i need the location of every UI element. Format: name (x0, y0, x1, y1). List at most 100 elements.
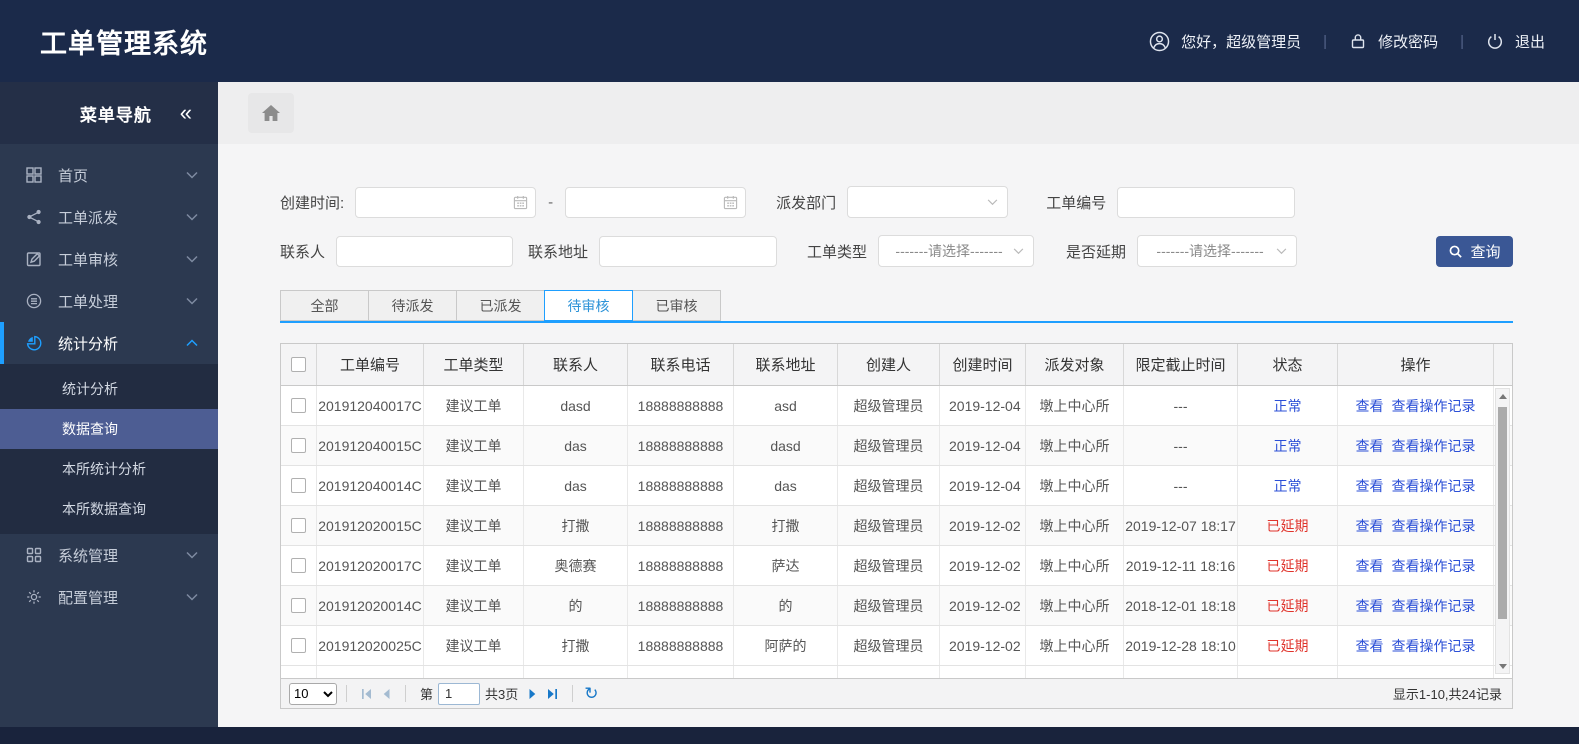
sidebar-item-config[interactable]: 配置管理 (0, 576, 218, 618)
row-checkbox[interactable] (291, 598, 306, 613)
triangle-down-icon (1498, 663, 1507, 669)
cell-creator: 超级管理员 (838, 586, 940, 625)
row-checkbox[interactable] (291, 558, 306, 573)
action-link[interactable]: 查看 (1356, 396, 1384, 416)
is-delayed-select[interactable]: -------请选择------- (1137, 235, 1298, 267)
row-checkbox[interactable] (291, 478, 306, 493)
action-link[interactable]: 查看 (1356, 436, 1384, 456)
logout-button[interactable]: 退出 (1486, 31, 1545, 52)
cell (628, 666, 734, 678)
action-link[interactable]: 查看操作记录 (1392, 396, 1476, 416)
filter-row-1: 创建时间: - 派发部门 工单编号 (280, 186, 1513, 218)
action-link[interactable]: 查看 (1356, 596, 1384, 616)
sidebar-subitem-branch-data-query[interactable]: 本所数据查询 (0, 489, 218, 529)
row-checkbox[interactable] (291, 518, 306, 533)
cell-order-type: 建议工单 (424, 466, 524, 505)
search-button[interactable]: 查询 (1436, 235, 1513, 267)
cell (1238, 666, 1338, 678)
next-page-button[interactable] (523, 684, 543, 704)
change-password-button[interactable]: 修改密码 (1349, 31, 1438, 52)
tab-pending-review[interactable]: 待审核 (544, 290, 633, 321)
select-all-checkbox[interactable] (291, 357, 306, 372)
first-page-button[interactable] (356, 684, 376, 704)
chevron-down-icon (186, 255, 198, 263)
contact-input[interactable] (336, 235, 514, 267)
sidebar-item-dispatch[interactable]: 工单派发 (0, 196, 218, 238)
breadcrumb (218, 82, 1579, 144)
cell-order-type: 建议工单 (424, 546, 524, 585)
change-password-label: 修改密码 (1378, 33, 1439, 51)
last-page-button[interactable] (543, 684, 563, 704)
sidebar-item-statistics[interactable]: 统计分析 (0, 322, 218, 364)
sidebar-item-process[interactable]: 工单处理 (0, 280, 218, 322)
action-link[interactable]: 查看操作记录 (1392, 436, 1476, 456)
row-checkbox[interactable] (291, 438, 306, 453)
create-time-start-input[interactable] (355, 186, 537, 218)
refresh-icon[interactable]: ↻ (584, 685, 598, 702)
cell-creator: 超级管理员 (838, 506, 940, 545)
row-select-cell (281, 586, 317, 625)
cell (1124, 666, 1238, 678)
sidebar-item-label: 系统管理 (58, 547, 119, 565)
prev-page-button[interactable] (376, 684, 396, 704)
action-link[interactable]: 查看 (1356, 476, 1384, 496)
action-link[interactable]: 查看操作记录 (1392, 516, 1476, 536)
chevron-down-icon (186, 297, 198, 305)
scroll-up-arrow[interactable] (1496, 389, 1509, 403)
cell (424, 666, 524, 678)
cell-address: dasd (734, 426, 838, 465)
tab-dispatched[interactable]: 已派发 (456, 290, 545, 321)
tab-all[interactable]: 全部 (280, 290, 369, 321)
tab-pending-dispatch[interactable]: 待派发 (368, 290, 457, 321)
table-row-partial (281, 666, 1512, 678)
sidebar-item-label: 统计分析 (58, 335, 119, 353)
cell (838, 666, 940, 678)
action-link[interactable]: 查看 (1356, 636, 1384, 656)
scroll-down-arrow[interactable] (1496, 659, 1509, 673)
cell-created: 2019-12-02 17 (940, 546, 1026, 585)
page-size-select[interactable]: 10 (289, 682, 337, 705)
home-button[interactable] (248, 93, 294, 133)
sidebar-collapse-icon[interactable]: « (180, 102, 192, 124)
grid-icon (24, 167, 43, 183)
cell-deadline: 2019-12-07 18:17 (1124, 506, 1238, 545)
sidebar-item-system[interactable]: 系统管理 (0, 534, 218, 576)
action-link[interactable]: 查看操作记录 (1392, 596, 1476, 616)
row-checkbox[interactable] (291, 638, 306, 653)
action-link[interactable]: 查看 (1356, 516, 1384, 536)
cell-order-no: 201912040014C (317, 466, 424, 505)
sidebar-subitem-statistics[interactable]: 统计分析 (0, 369, 218, 409)
sidebar-item-home[interactable]: 首页 (0, 154, 218, 196)
sidebar-item-review[interactable]: 工单审核 (0, 238, 218, 280)
tab-reviewed[interactable]: 已审核 (632, 290, 721, 321)
action-link[interactable]: 查看 (1356, 556, 1384, 576)
order-type-value: -------请选择------- (895, 243, 1003, 259)
dispatch-dept-select[interactable] (847, 186, 1009, 218)
range-separator: - (548, 193, 554, 211)
cell-target: 墩上中心所 (1026, 506, 1124, 545)
page-number-input[interactable] (438, 682, 481, 705)
app-title: 工单管理系统 (40, 28, 208, 59)
sidebar-subitem-branch-statistics[interactable]: 本所统计分析 (0, 449, 218, 489)
cell-status: 正常 (1238, 386, 1338, 425)
cell-deadline: --- (1124, 426, 1238, 465)
action-link[interactable]: 查看操作记录 (1392, 556, 1476, 576)
order-type-select[interactable]: -------请选择------- (878, 235, 1035, 267)
divider (405, 685, 406, 702)
action-link[interactable]: 查看操作记录 (1392, 476, 1476, 496)
order-no-input[interactable] (1117, 186, 1296, 218)
cell-target: 墩上中心所 (1026, 386, 1124, 425)
row-checkbox[interactable] (291, 398, 306, 413)
cell-created: 2019-12-02 16 (940, 506, 1026, 545)
scroll-thumb[interactable] (1498, 407, 1507, 619)
cell-created: 2019-12-02 16 (940, 586, 1026, 625)
sidebar-subitem-data-query[interactable]: 数据查询 (0, 409, 218, 449)
user-greeting[interactable]: 您好，超级管理员 (1149, 31, 1301, 52)
col-created: 创建时间 (940, 344, 1026, 385)
action-link[interactable]: 查看操作记录 (1392, 636, 1476, 656)
create-time-end-input[interactable] (565, 186, 747, 218)
table-scrollbar[interactable] (1495, 388, 1510, 674)
cell-order-no: 201912020015C (317, 506, 424, 545)
cell-target: 墩上中心所 (1026, 466, 1124, 505)
address-input[interactable] (599, 235, 778, 267)
